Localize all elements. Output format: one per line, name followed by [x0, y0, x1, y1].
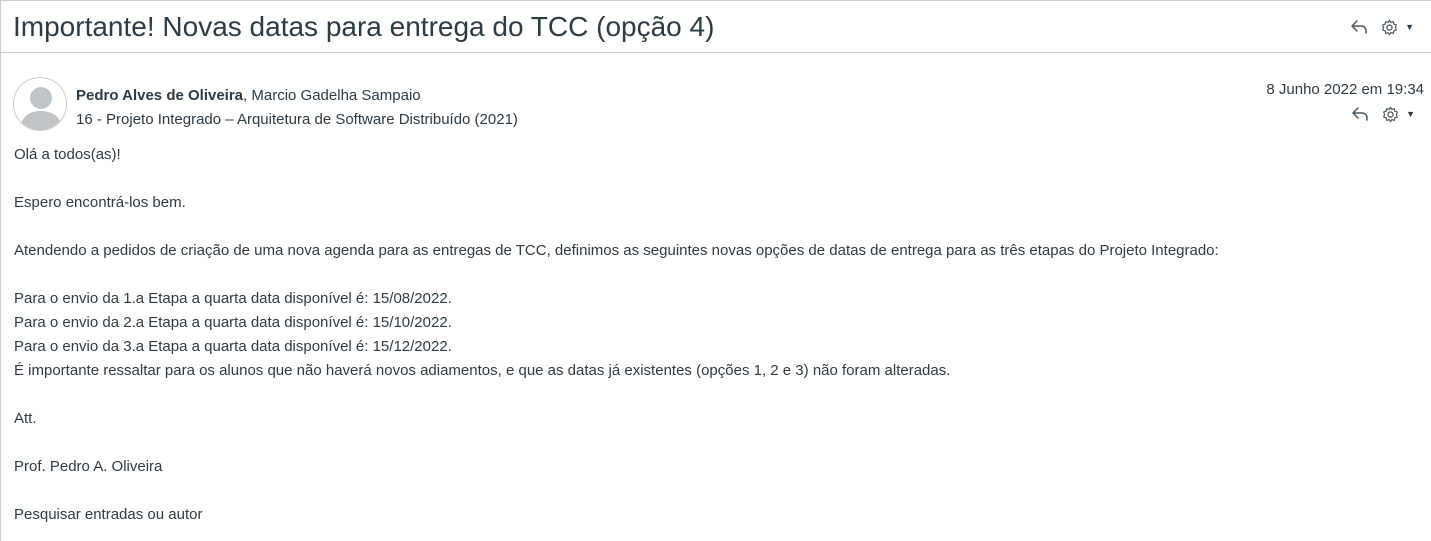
avatar[interactable]: [13, 77, 67, 131]
message-note: É importante ressaltar para os alunos qu…: [14, 362, 951, 379]
message-wish: Espero encontrá-los bem.: [14, 194, 186, 211]
message-intro: Atendendo a pedidos de criação de uma no…: [14, 242, 1219, 259]
gear-icon: [1380, 104, 1400, 124]
caret-down-icon: ▼: [1406, 108, 1415, 119]
discussion-title: Importante! Novas datas para entrega do …: [13, 11, 715, 42]
message-stage-2: Para o envio da 2.a Etapa a quarta data …: [14, 314, 452, 331]
message-timestamp: 8 Junho 2022 em 19:34: [1266, 81, 1424, 98]
author-name-primary[interactable]: Pedro Alves de Oliveira: [76, 87, 243, 104]
discussion-page: Importante! Novas datas para entrega do …: [0, 0, 1431, 541]
discussion-header: Importante! Novas datas para entrega do …: [1, 0, 1431, 53]
message-stage-3: Para o envio da 3.a Etapa a quarta data …: [14, 338, 452, 355]
message-signature: Prof. Pedro A. Oliveira: [14, 458, 163, 475]
caret-down-icon: ▼: [1405, 21, 1414, 32]
gear-icon: [1379, 17, 1399, 37]
message-authors: Pedro Alves de Oliveira, Marcio Gadelha …: [76, 86, 421, 106]
course-name: 16 - Projeto Integrado – Arquitetura de …: [76, 111, 518, 128]
avatar-placeholder-icon: [20, 87, 62, 130]
message-greeting: Olá a todos(as)!: [14, 146, 121, 163]
message-actions: ▼: [1350, 104, 1415, 124]
reply-icon[interactable]: [1349, 17, 1369, 37]
message-settings-button[interactable]: ▼: [1380, 104, 1415, 124]
message-stage-1: Para o envio da 1.a Etapa a quarta data …: [14, 290, 452, 307]
header-actions: ▼: [1349, 17, 1414, 37]
reply-icon[interactable]: [1350, 104, 1370, 124]
settings-menu-button[interactable]: ▼: [1379, 17, 1414, 37]
author-name-secondary[interactable]: Marcio Gadelha Sampaio: [251, 87, 420, 104]
message-closing: Att.: [14, 410, 37, 427]
search-entries-text: Pesquisar entradas ou autor: [14, 506, 203, 523]
